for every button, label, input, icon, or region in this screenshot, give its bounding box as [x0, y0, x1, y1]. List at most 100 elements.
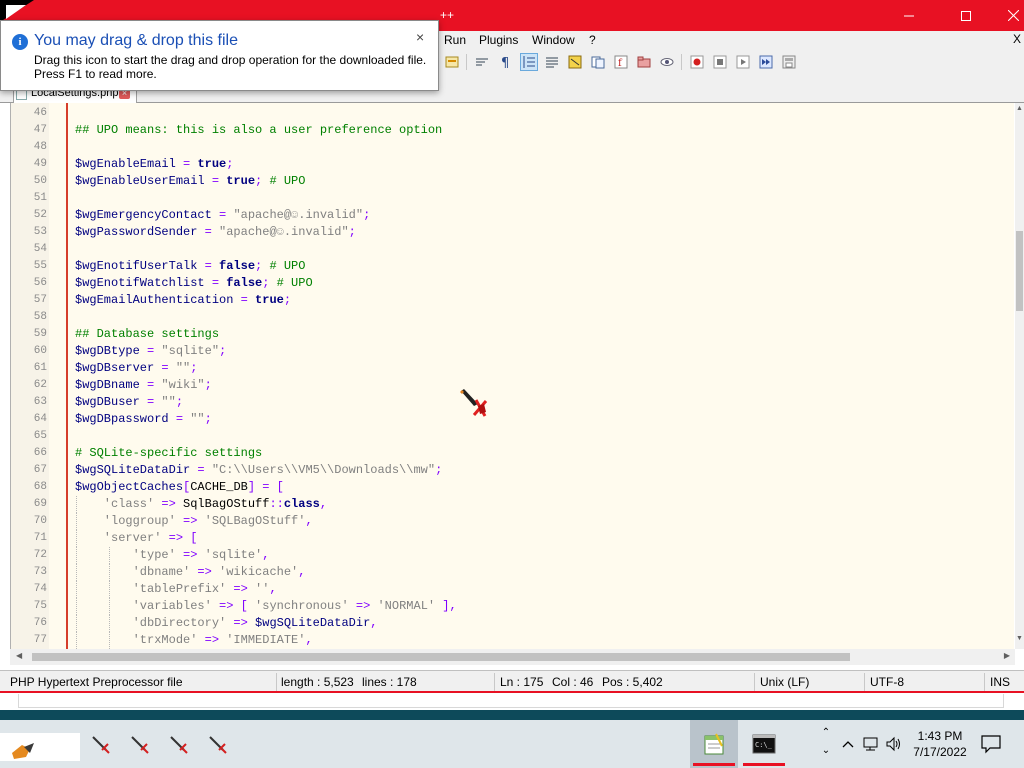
- toolbar-play-macro-button[interactable]: [734, 53, 752, 71]
- dagger-icon[interactable]: [168, 734, 190, 756]
- code-line[interactable]: 49 $wgEnableEmail = true;: [34, 156, 1010, 173]
- status-encoding[interactable]: UTF-8: [870, 675, 904, 689]
- code-lines: 46 47 ## UPO means: this is also a user pr…: [34, 105, 1010, 649]
- vertical-scroll-thumb[interactable]: [1016, 231, 1023, 311]
- taskbar-notepadpp-button[interactable]: [690, 720, 738, 768]
- dagger-icon[interactable]: [90, 734, 112, 756]
- menu-plugins[interactable]: Plugins: [479, 33, 518, 47]
- volume-button[interactable]: [884, 734, 904, 754]
- toolbar-func-list-button[interactable]: f: [612, 53, 630, 71]
- system-clock[interactable]: 1:43 PM 7/17/2022: [905, 728, 975, 760]
- chevron-down-icon[interactable]: ⌄: [818, 742, 834, 760]
- code-line[interactable]: 65: [34, 428, 1010, 445]
- toolbar-doc-list-button[interactable]: [589, 53, 607, 71]
- code-line[interactable]: 57 $wgEmailAuthentication = true;: [34, 292, 1010, 309]
- taskbar-scroll-buttons[interactable]: ⌃ ⌄: [818, 724, 834, 764]
- code-text: ## Database settings: [75, 326, 219, 343]
- code-line[interactable]: 54: [34, 241, 1010, 258]
- toolbar-map-button[interactable]: [566, 53, 584, 71]
- code-line[interactable]: 74 'tablePrefix' => '',: [34, 581, 1010, 598]
- drag-drop-notification[interactable]: i You may drag & drop this file Drag thi…: [0, 20, 439, 91]
- fold-margin[interactable]: [49, 103, 68, 649]
- code-token: $wgDBname: [75, 378, 140, 392]
- menu-window[interactable]: Window: [532, 33, 575, 47]
- menu-run[interactable]: Run: [444, 33, 466, 47]
- code-line[interactable]: 72 'type' => 'sqlite',: [34, 547, 1010, 564]
- code-line[interactable]: 60 $wgDBtype = "sqlite";: [34, 343, 1010, 360]
- dagger-icon[interactable]: [207, 734, 229, 756]
- toolbar-save-macro-button[interactable]: [780, 53, 798, 71]
- code-line[interactable]: 52 $wgEmergencyContact = "apache@☺.invali…: [34, 207, 1010, 224]
- code-line[interactable]: 71 'server' => [: [34, 530, 1010, 547]
- status-eol[interactable]: Unix (LF): [760, 675, 809, 689]
- dagger-icon[interactable]: [129, 734, 151, 756]
- code-line[interactable]: 73 'dbname' => 'wikicache',: [34, 564, 1010, 581]
- code-line[interactable]: 77 'trxMode' => 'IMMEDIATE',: [34, 632, 1010, 649]
- line-number: 67: [33, 464, 47, 476]
- scroll-up-icon[interactable]: ▲: [1015, 105, 1024, 117]
- maximize-button[interactable]: [943, 0, 989, 31]
- code-token: 'sqlite': [204, 548, 263, 562]
- fast-forward-icon: [759, 55, 773, 69]
- scroll-down-icon[interactable]: ▼: [1015, 635, 1024, 647]
- code-line[interactable]: 63 $wgDBuser = "";: [34, 394, 1010, 411]
- minimize-button[interactable]: [886, 0, 932, 31]
- code-line[interactable]: 69 'class' => SqlBagOStuff::class,: [34, 496, 1010, 513]
- status-lines: lines : 178: [362, 675, 417, 689]
- notification-close-button[interactable]: ×: [416, 29, 424, 45]
- code-token: true: [197, 157, 227, 171]
- close-document-button[interactable]: X: [1013, 32, 1021, 46]
- notification-center-icon[interactable]: [980, 734, 1002, 754]
- toolbar-folder-button[interactable]: [635, 53, 653, 71]
- code-line[interactable]: 56 $wgEnotifWatchlist = false; # UPO: [34, 275, 1010, 292]
- toolbar-indent-guide-button[interactable]: [520, 53, 538, 71]
- code-line[interactable]: 59 ## Database settings: [34, 326, 1010, 343]
- toolbar-wrap-button[interactable]: [473, 53, 491, 71]
- status-insert-mode[interactable]: INS: [990, 675, 1010, 689]
- code-line[interactable]: 75 'variables' => [ 'synchronous' => 'NO…: [34, 598, 1010, 615]
- code-line[interactable]: 48: [34, 139, 1010, 156]
- code-line[interactable]: 64 $wgDBpassword = "";: [34, 411, 1010, 428]
- horizontal-scrollbar[interactable]: ◀ ▶: [10, 649, 1015, 665]
- code-line[interactable]: 61 $wgDBserver = "";: [34, 360, 1010, 377]
- toolbar-sync-button[interactable]: [443, 53, 461, 71]
- vertical-scrollbar[interactable]: ▲ ▼: [1015, 103, 1024, 649]
- code-line[interactable]: 50 $wgEnableUserEmail = true; # UPO: [34, 173, 1010, 190]
- scroll-left-icon[interactable]: ◀: [16, 651, 22, 660]
- taskbar-cmd-button[interactable]: C:\_: [740, 720, 788, 768]
- chevron-up-icon[interactable]: ⌃: [818, 724, 834, 742]
- code-line[interactable]: 70 'loggroup' => 'SQLBagOStuff',: [34, 513, 1010, 530]
- code-token: =: [204, 174, 227, 188]
- code-editor[interactable]: 46 47 ## UPO means: this is also a user pr…: [10, 103, 1014, 649]
- code-line[interactable]: 67 $wgSQLiteDataDir = "C:\\Users\\VM5\\Do…: [34, 462, 1010, 479]
- show-hidden-icons-button[interactable]: [838, 734, 858, 754]
- toolbar-stop-macro-button[interactable]: [711, 53, 729, 71]
- toolbar-show-all-button[interactable]: ¶: [496, 53, 514, 71]
- scroll-right-icon[interactable]: ▶: [1004, 651, 1010, 660]
- toolbar-run-macro-multiple-button[interactable]: [757, 53, 775, 71]
- close-button[interactable]: [990, 0, 1024, 31]
- horizontal-scroll-thumb[interactable]: [32, 653, 850, 661]
- code-line[interactable]: 53 $wgPasswordSender = "apache@☺.invalid"…: [34, 224, 1010, 241]
- toolbar-monitor-button[interactable]: [658, 53, 676, 71]
- code-line[interactable]: 62 $wgDBname = "wiki";: [34, 377, 1010, 394]
- code-line[interactable]: 55 $wgEnotifUserTalk = false; # UPO: [34, 258, 1010, 275]
- code-token: $wgEnableEmail: [75, 157, 176, 171]
- code-line[interactable]: 46: [34, 105, 1010, 122]
- close-icon: [1007, 10, 1019, 21]
- code-line[interactable]: 51: [34, 190, 1010, 207]
- code-line[interactable]: 68 $wgObjectCaches[CACHE_DB] = [: [34, 479, 1010, 496]
- code-line[interactable]: 66 # SQLite-specific settings: [34, 445, 1010, 462]
- code-token: $wgEmailAuthentication: [75, 293, 234, 307]
- menu-help[interactable]: ?: [589, 33, 596, 47]
- code-line[interactable]: 76 'dbDirectory' => $wgSQLiteDataDir,: [34, 615, 1010, 632]
- toolbar-user-lang-button[interactable]: [543, 53, 561, 71]
- fox-thumbnail-icon: [12, 743, 34, 759]
- toolbar-separator: [466, 54, 467, 70]
- code-token: ;: [204, 378, 212, 392]
- line-number: 64: [33, 413, 47, 425]
- code-line[interactable]: 58: [34, 309, 1010, 326]
- code-line[interactable]: 47 ## UPO means: this is also a user pref…: [34, 122, 1010, 139]
- network-button[interactable]: [861, 734, 881, 754]
- toolbar-record-macro-button[interactable]: [688, 53, 706, 71]
